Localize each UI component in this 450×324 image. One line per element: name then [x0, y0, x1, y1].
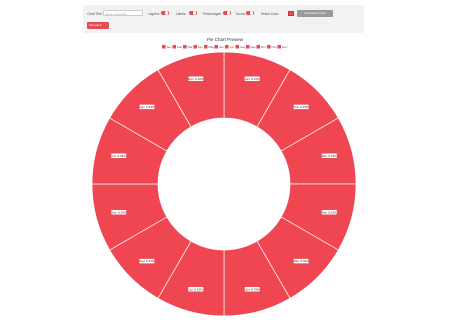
slice-label-jun: Jun: 8.33%: [244, 287, 260, 292]
page: Chart Title: Enter chart title Legend: L…: [0, 0, 450, 324]
svg-text:Dec: 8.33%: Dec: 8.33%: [188, 77, 203, 81]
slice-label-mar: Mar: 8.33%: [321, 153, 337, 159]
svg-text:Nov: 8.33%: Nov: 8.33%: [139, 105, 154, 109]
svg-text:Feb: 8.33%: Feb: 8.33%: [294, 105, 309, 109]
svg-text:May: 8.33%: May: 8.33%: [293, 259, 309, 263]
slice-label-jul: Jul: 8.33%: [188, 287, 204, 292]
svg-text:Sep: 8.33%: Sep: 8.33%: [111, 210, 126, 214]
slice-label-dec: Dec: 8.33%: [188, 76, 204, 81]
slice-label-nov: Nov: 8.33%: [139, 104, 155, 110]
svg-text:Jun: 8.33%: Jun: 8.33%: [245, 287, 260, 291]
svg-text:Apr: 8.33%: Apr: 8.33%: [322, 210, 337, 214]
slice-label-sep: Sep: 8.33%: [111, 209, 127, 215]
donut-chart: Jan: 8.33% Feb: 8.33% Mar: 8.33% Apr: 8.33%…: [91, 51, 357, 317]
slice-label-aug: Aug: 8.33%: [139, 258, 155, 264]
svg-text:Mar: 8.33%: Mar: 8.33%: [322, 154, 337, 158]
slice-label-apr: Apr: 8.33%: [321, 209, 337, 215]
slice-label-may: May: 8.33%: [293, 258, 309, 264]
slice-label-oct: Oct: 8.33%: [111, 153, 127, 159]
slice-label-feb: Feb: 8.33%: [293, 104, 309, 110]
svg-text:Jan: 8.33%: Jan: 8.33%: [245, 77, 260, 81]
svg-text:Aug: 8.33%: Aug: 8.33%: [139, 259, 154, 263]
slice-label-jan: Jan: 8.33%: [244, 76, 260, 81]
svg-text:Oct: 8.33%: Oct: 8.33%: [112, 154, 127, 158]
svg-text:Jul: 8.33%: Jul: 8.33%: [189, 287, 203, 291]
